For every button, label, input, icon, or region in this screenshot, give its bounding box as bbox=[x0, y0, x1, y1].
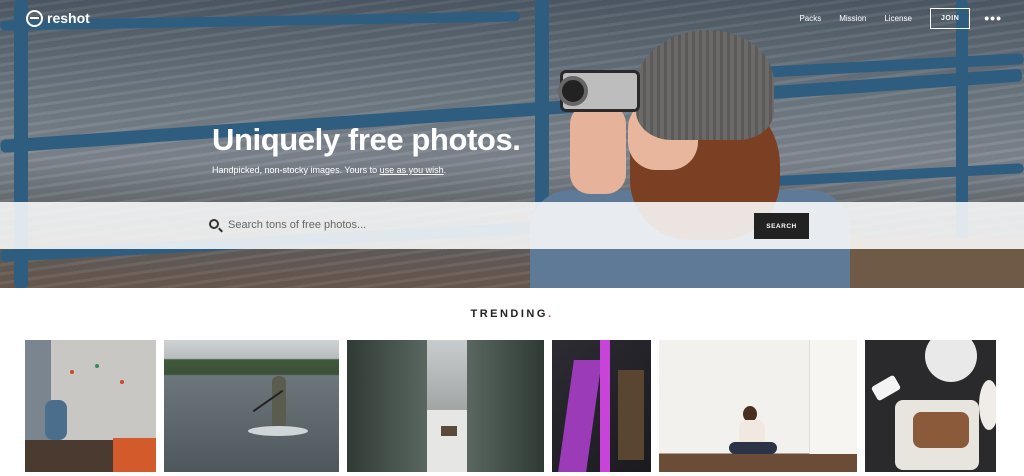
trending-photo-6[interactable] bbox=[865, 340, 996, 472]
brand-name: reshot bbox=[47, 10, 90, 26]
hero-tagline: Handpicked, non-stocky images. Yours to … bbox=[212, 165, 446, 175]
use-as-you-wish-link[interactable]: use as you wish bbox=[380, 165, 444, 175]
reshot-logo-icon bbox=[26, 9, 43, 27]
trending-photo-1[interactable] bbox=[25, 340, 156, 472]
nav-item-license[interactable]: License bbox=[884, 14, 912, 23]
hero-headline: Uniquely free photos. bbox=[212, 122, 521, 157]
nav-item-packs[interactable]: Packs bbox=[799, 14, 821, 23]
search-input[interactable] bbox=[228, 214, 728, 236]
search-icon bbox=[209, 219, 219, 229]
trending-photo-3[interactable] bbox=[347, 340, 544, 472]
trending-heading: TRENDING. bbox=[0, 308, 1024, 320]
more-dots-icon[interactable]: ••• bbox=[984, 10, 1002, 26]
trending-photo-2[interactable] bbox=[164, 340, 339, 472]
trending-photo-4[interactable] bbox=[552, 340, 651, 472]
nav-item-mission[interactable]: Mission bbox=[839, 14, 866, 23]
join-button[interactable]: JOIN bbox=[929, 7, 971, 29]
search-bar: SEARCH bbox=[0, 202, 1024, 249]
trending-photo-5[interactable] bbox=[659, 340, 857, 472]
tagline-text: Handpicked, non-stocky images. Yours to bbox=[212, 165, 380, 175]
nav-menu: Packs Mission License JOIN ••• bbox=[799, 7, 1002, 29]
trending-title: TRENDING bbox=[470, 308, 548, 320]
tagline-period: . bbox=[443, 165, 447, 175]
trending-accent-dot: . bbox=[547, 308, 554, 320]
brand-logo[interactable]: reshot bbox=[26, 9, 90, 27]
search-button[interactable]: SEARCH bbox=[754, 213, 809, 239]
top-navigation: reshot Packs Mission License JOIN ••• bbox=[0, 0, 1024, 36]
